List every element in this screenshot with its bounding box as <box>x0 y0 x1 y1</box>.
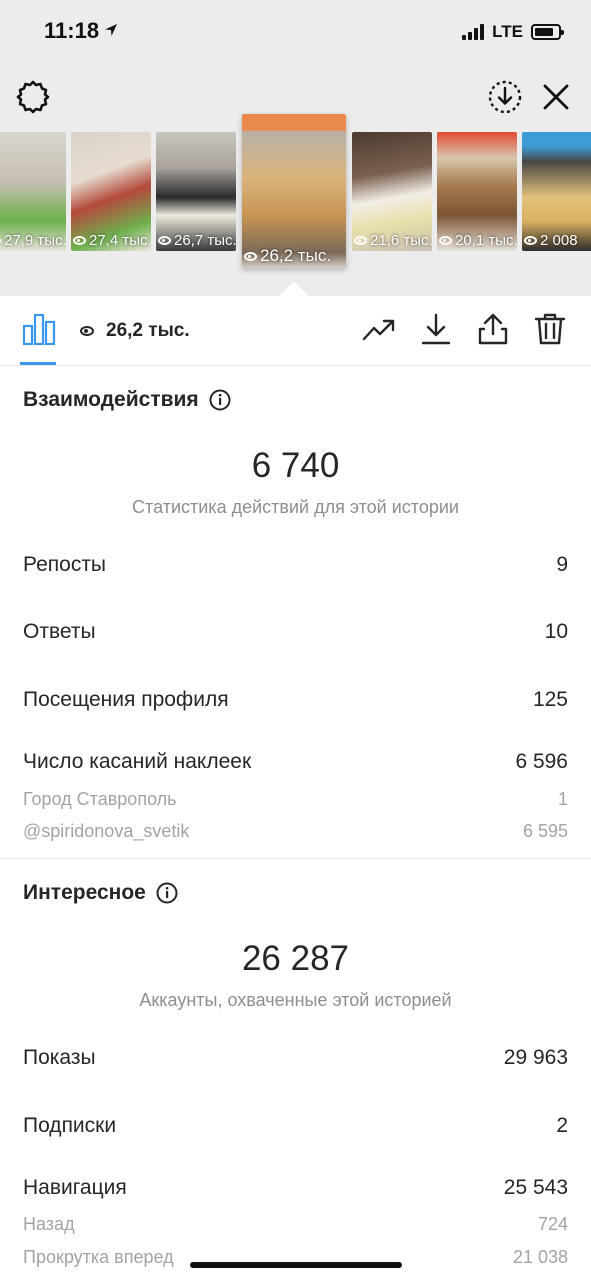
stat-row: Ответы 10 <box>23 620 568 644</box>
thumbnail-views: 26,2 тыс. <box>260 246 332 265</box>
stat-label: Навигация <box>23 1176 127 1199</box>
stat-value: 9 <box>556 553 568 576</box>
download-icon[interactable] <box>419 312 453 346</box>
stat-subvalue: 21 038 <box>512 1247 568 1267</box>
stat-label: Подписки <box>23 1114 117 1137</box>
stat-subrow: Город Ставрополь 1 <box>23 789 568 810</box>
close-icon[interactable] <box>538 79 574 115</box>
stat-subvalue: 724 <box>537 1214 568 1234</box>
thumbnail-views: 2 008 <box>540 232 578 249</box>
eye-icon <box>354 236 367 245</box>
stat-subvalue: 1 <box>557 789 568 809</box>
share-icon[interactable] <box>476 312 510 346</box>
stat-subvalue: 6 595 <box>522 821 568 841</box>
stat-label: Ответы <box>23 620 96 643</box>
network-label: LTE <box>492 22 523 41</box>
discovery-caption: Аккаунты, охваченные этой историей <box>139 990 452 1010</box>
stat-sublabel: Назад <box>23 1214 75 1234</box>
stat-sublabel: Прокрутка вперед <box>23 1247 174 1267</box>
story-thumbnail[interactable]: 20,1 тыс. <box>437 132 517 251</box>
location-arrow-icon <box>105 24 117 36</box>
active-tab-indicator <box>20 362 56 365</box>
insights-action-bar: 26,2 тыс. <box>0 296 591 366</box>
stat-value: 29 963 <box>503 1046 568 1069</box>
trending-icon[interactable] <box>362 312 396 346</box>
eye-icon <box>524 236 537 245</box>
eye-icon <box>244 251 257 261</box>
stat-value: 2 <box>556 1114 568 1137</box>
discovery-total: 26 287 <box>241 939 350 978</box>
stat-row: Подписки 2 <box>23 1114 568 1138</box>
stat-label: Число касаний наклеек <box>23 750 252 773</box>
battery-icon <box>531 24 564 40</box>
stat-sublabel: Город Ставрополь <box>23 789 177 809</box>
views-summary: 26,2 тыс. <box>80 320 190 342</box>
stat-row: Посещения профиля 125 <box>23 688 568 712</box>
settings-gear-icon[interactable] <box>15 79 51 115</box>
stat-label: Посещения профиля <box>23 688 229 711</box>
stat-value: 25 543 <box>503 1176 568 1199</box>
stat-row: Число касаний наклеек 6 596 <box>23 750 568 774</box>
stat-value: 125 <box>532 688 568 711</box>
insights-chart-icon[interactable] <box>22 312 56 346</box>
status-indicators: LTE <box>462 20 564 44</box>
interactions-total: 6 740 <box>251 446 340 485</box>
thumbnail-views: 20,1 тыс. <box>455 232 517 249</box>
story-thumbnail-strip: 27,9 тыс. 27,4 тыс. 26,7 тыс. 26,2 тыс. … <box>0 114 591 268</box>
section-divider <box>0 858 591 859</box>
story-thumbnail[interactable]: 27,9 тыс. <box>0 132 66 251</box>
interactions-section-title: Взаимодействия <box>23 388 231 412</box>
info-icon[interactable] <box>156 882 178 904</box>
interactions-caption: Статистика действий для этой истории <box>132 497 459 517</box>
home-indicator[interactable] <box>190 1262 402 1268</box>
eye-icon <box>73 236 86 245</box>
interactions-title: Взаимодействия <box>23 388 199 411</box>
thumbnail-views: 26,7 тыс. <box>174 232 236 249</box>
story-thumbnail[interactable]: 21,6 тыс. <box>352 132 432 251</box>
story-thumbnail-selected[interactable]: 26,2 тыс. <box>242 114 346 268</box>
stat-subrow: @spiridonova_svetik 6 595 <box>23 821 568 842</box>
stat-value: 6 596 <box>515 750 568 773</box>
eye-icon <box>80 326 94 336</box>
eye-icon <box>158 236 171 245</box>
stat-row: Показы 29 963 <box>23 1046 568 1070</box>
stat-label: Показы <box>23 1046 96 1069</box>
thumbnail-views: 27,4 тыс. <box>89 232 151 249</box>
stat-value: 10 <box>544 620 568 643</box>
stat-label: Репосты <box>23 553 107 576</box>
story-thumbnail[interactable]: 26,7 тыс. <box>156 132 236 251</box>
story-thumbnail[interactable]: 27,4 тыс. <box>71 132 151 251</box>
info-icon[interactable] <box>209 389 231 411</box>
discovery-section-title: Интересное <box>23 881 178 905</box>
thumbnail-views: 27,9 тыс. <box>4 232 66 249</box>
status-time: 11:18 <box>44 18 100 43</box>
trash-icon[interactable] <box>533 312 567 346</box>
stat-sublabel: @spiridonova_svetik <box>23 821 190 841</box>
stat-subrow: Назад 724 <box>23 1214 568 1235</box>
discovery-title: Интересное <box>23 881 146 904</box>
stat-row: Навигация 25 543 <box>23 1176 568 1200</box>
download-circle-icon[interactable] <box>487 79 523 115</box>
story-thumbnail[interactable]: 2 008 <box>522 132 591 251</box>
status-bar: 11:18 LTE <box>0 0 591 66</box>
signal-icon <box>462 24 485 40</box>
eye-icon <box>0 236 1 245</box>
eye-icon <box>439 236 452 245</box>
views-count: 26,2 тыс. <box>106 320 190 341</box>
thumbnail-views: 21,6 тыс. <box>370 232 432 249</box>
stat-row: Репосты 9 <box>23 553 568 577</box>
